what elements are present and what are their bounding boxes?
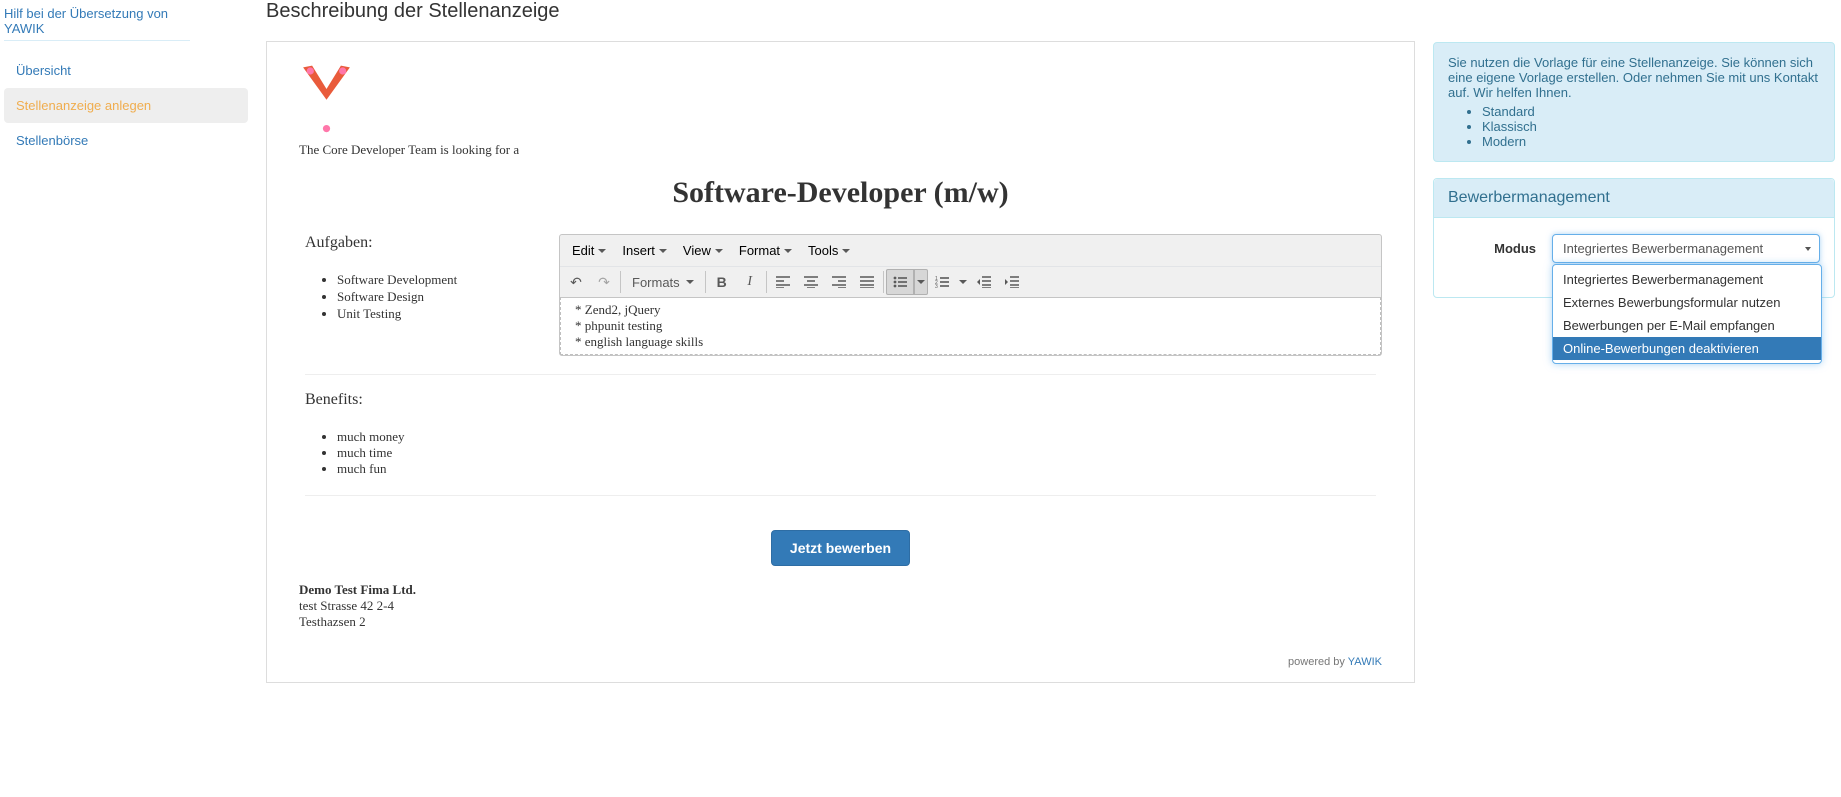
align-left-icon xyxy=(776,276,790,288)
company-logo-icon xyxy=(299,62,354,134)
company-name: Demo Test Fima Ltd. xyxy=(299,582,1382,598)
editor-content[interactable]: * Zend2, jQuery * phpunit testing * engl… xyxy=(560,297,1381,355)
list-item: much time xyxy=(337,445,1382,461)
list-item: * english language skills xyxy=(575,334,1366,350)
list-item: * phpunit testing xyxy=(575,318,1366,334)
apply-button[interactable]: Jetzt bewerben xyxy=(771,530,910,566)
redo-icon: ↷ xyxy=(598,275,610,289)
caret-down-icon xyxy=(686,280,694,284)
requirements-editor: Edit Insert View Format Tools ↶ ↷ Format… xyxy=(559,234,1382,356)
sidebar-nav: Übersicht Stellenanzeige anlegen Stellen… xyxy=(4,53,248,158)
dropdown-option[interactable]: Integriertes Bewerbermanagement xyxy=(1553,268,1821,291)
section-title: Beschreibung der Stellenanzeige xyxy=(266,0,1415,23)
template-info-alert: Sie nutzen die Vorlage für eine Stellena… xyxy=(1433,42,1835,162)
undo-icon: ↶ xyxy=(570,275,582,289)
caret-down-icon xyxy=(659,249,667,253)
redo-button[interactable]: ↷ xyxy=(590,269,618,295)
caret-down-icon xyxy=(842,249,850,253)
powered-by: powered by YAWIK xyxy=(299,656,1382,668)
list-item: * Zend2, jQuery xyxy=(575,302,1366,318)
list-item: much money xyxy=(337,429,1382,445)
caret-down-icon xyxy=(1805,247,1811,251)
address-line: test Strasse 42 2-4 xyxy=(299,598,1382,614)
editor-menu-insert[interactable]: Insert xyxy=(614,237,675,264)
undo-button[interactable]: ↶ xyxy=(562,269,590,295)
mode-label: Modus xyxy=(1448,241,1544,256)
applicant-management-panel: Bewerbermanagement Modus Integriertes Be… xyxy=(1433,178,1835,298)
dropdown-option[interactable]: Externes Bewerbungsformular nutzen xyxy=(1553,291,1821,314)
numbered-list-icon: 123 xyxy=(935,276,949,288)
list-item: Unit Testing xyxy=(337,306,559,322)
caret-down-icon xyxy=(784,249,792,253)
company-address: Demo Test Fima Ltd. test Strasse 42 2-4 … xyxy=(299,582,1382,630)
editor-toolbar: ↶ ↷ Formats B I xyxy=(560,267,1381,297)
align-right-icon xyxy=(832,276,846,288)
intro-text: The Core Developer Team is looking for a xyxy=(299,142,1382,158)
numbered-list-button[interactable]: 123 xyxy=(928,269,956,295)
tasks-block: Aufgaben: Software Development Software … xyxy=(299,234,559,323)
nav-overview[interactable]: Übersicht xyxy=(4,53,248,88)
list-item: Software Development xyxy=(337,272,559,288)
indent-icon xyxy=(1005,276,1019,288)
caret-down-icon xyxy=(917,280,925,284)
template-list: Standard Klassisch Modern xyxy=(1448,104,1820,149)
outdent-button[interactable] xyxy=(970,269,998,295)
editor-menu-edit[interactable]: Edit xyxy=(564,237,614,264)
align-justify-button[interactable] xyxy=(853,269,881,295)
job-title: Software-Developer (m/w) xyxy=(299,176,1382,210)
svg-text:3: 3 xyxy=(935,284,938,288)
main-content: Beschreibung der Stellenanzeige The Core… xyxy=(248,0,1433,683)
mode-dropdown: Integriertes Bewerbermanagement Externes… xyxy=(1552,264,1822,364)
nav-create-job[interactable]: Stellenanzeige anlegen xyxy=(4,88,248,123)
mode-select-value[interactable]: Integriertes Bewerbermanagement xyxy=(1552,234,1820,263)
job-preview-frame: The Core Developer Team is looking for a… xyxy=(266,41,1415,683)
caret-down-icon xyxy=(715,249,723,253)
dropdown-option[interactable]: Bewerbungen per E-Mail empfangen xyxy=(1553,314,1821,337)
bold-button[interactable]: B xyxy=(708,269,736,295)
template-link-standard[interactable]: Standard xyxy=(1482,104,1535,119)
align-right-button[interactable] xyxy=(825,269,853,295)
formats-dropdown[interactable]: Formats xyxy=(623,269,703,295)
bullet-list-dropdown[interactable] xyxy=(914,269,928,295)
benefits-list: much money much time much fun xyxy=(299,429,1382,477)
yawik-link[interactable]: YAWIK xyxy=(1348,656,1382,668)
tasks-heading: Aufgaben: xyxy=(305,234,559,252)
caret-down-icon xyxy=(598,249,606,253)
list-item: Software Design xyxy=(337,289,559,305)
editor-menu-view[interactable]: View xyxy=(675,237,731,264)
align-justify-icon xyxy=(860,276,874,288)
align-center-icon xyxy=(804,276,818,288)
bullet-list-icon xyxy=(893,276,907,288)
benefits-block: Benefits: much money much time much fun xyxy=(299,391,1382,477)
italic-button[interactable]: I xyxy=(736,269,764,295)
benefits-heading: Benefits: xyxy=(305,391,1382,409)
divider xyxy=(305,374,1376,375)
indent-button[interactable] xyxy=(998,269,1026,295)
align-center-button[interactable] xyxy=(797,269,825,295)
tasks-list: Software Development Software Design Uni… xyxy=(299,272,559,322)
template-link-modern[interactable]: Modern xyxy=(1482,134,1526,149)
bold-icon: B xyxy=(717,275,727,289)
list-item: much fun xyxy=(337,461,1382,477)
right-sidebar: Sie nutzen die Vorlage für eine Stellena… xyxy=(1433,0,1841,683)
dropdown-option[interactable]: Online-Bewerbungen deaktivieren xyxy=(1553,337,1821,360)
align-left-button[interactable] xyxy=(769,269,797,295)
alert-text: Sie nutzen die Vorlage für eine Stellena… xyxy=(1448,55,1818,100)
mode-select[interactable]: Integriertes Bewerbermanagement Integrie… xyxy=(1552,234,1820,263)
caret-down-icon xyxy=(959,280,967,284)
editor-menu-tools[interactable]: Tools xyxy=(800,237,858,264)
nav-jobboard[interactable]: Stellenbörse xyxy=(4,123,248,158)
outdent-icon xyxy=(977,276,991,288)
numbered-list-dropdown[interactable] xyxy=(956,269,970,295)
panel-title: Bewerbermanagement xyxy=(1434,179,1834,218)
divider xyxy=(305,495,1376,496)
bullet-list-button[interactable] xyxy=(886,269,914,295)
template-link-classic[interactable]: Klassisch xyxy=(1482,119,1537,134)
sidebar: Hilf bei der Übersetzung von YAWIK Übers… xyxy=(0,0,248,683)
address-line: Testhazsen 2 xyxy=(299,614,1382,630)
editor-menu-format[interactable]: Format xyxy=(731,237,800,264)
editor-menubar: Edit Insert View Format Tools xyxy=(560,235,1381,267)
italic-icon: I xyxy=(747,275,752,289)
help-translate-link[interactable]: Hilf bei der Übersetzung von YAWIK xyxy=(4,4,190,41)
